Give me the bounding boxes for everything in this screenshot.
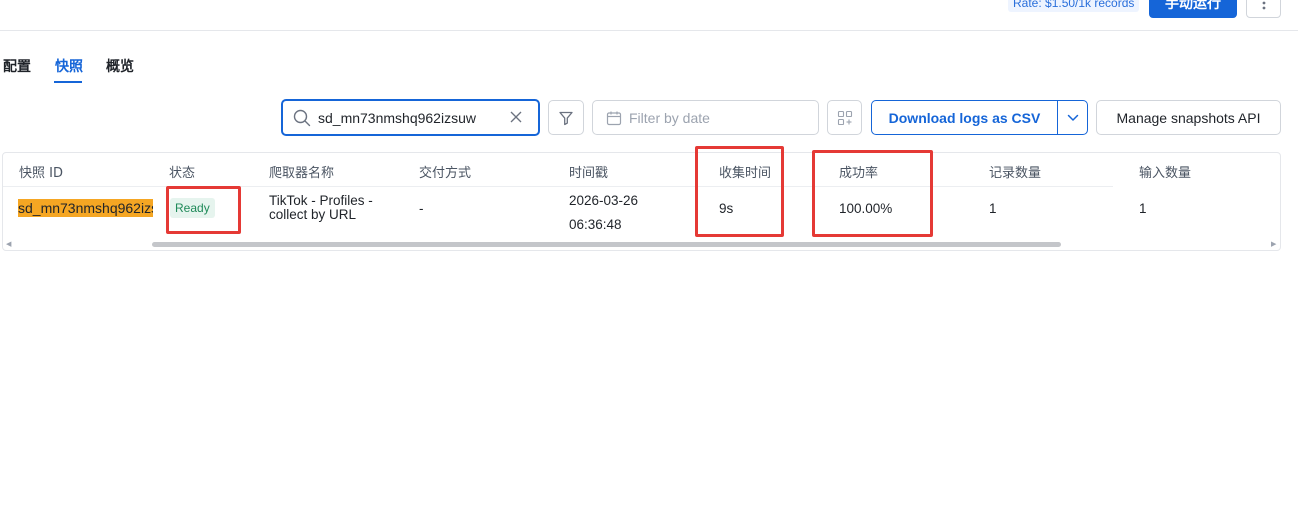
column-header[interactable]: 时间戳 <box>569 162 608 181</box>
scroll-left-icon[interactable]: ◀ <box>6 241 11 249</box>
more-vertical-icon <box>1262 1 1265 10</box>
scraper-name-line2: collect by URL <box>269 207 357 222</box>
download-logs-button[interactable]: Download logs as CSV <box>871 100 1057 135</box>
filter-icon <box>559 111 573 125</box>
more-options-button[interactable] <box>1246 0 1281 18</box>
timestamp-date: 2026-03-26 <box>569 193 639 208</box>
tab-config[interactable]: 配置 <box>3 56 31 76</box>
calendar-icon <box>606 111 622 126</box>
columns-button[interactable] <box>827 100 862 135</box>
search-icon <box>293 109 311 127</box>
timestamp-time: 06:36:48 <box>569 217 622 232</box>
chevron-down-icon <box>1067 114 1078 121</box>
delivery-cell: - <box>419 201 424 216</box>
column-header[interactable]: 输入数量 <box>1139 162 1191 181</box>
snapshot-id-cell[interactable]: sd_mn73nmshq962izsuw <box>18 199 153 217</box>
column-header[interactable]: 快照 ID <box>19 162 63 181</box>
annotation-box-collect-time <box>695 146 784 237</box>
grid-add-icon <box>837 110 852 125</box>
annotation-box-status <box>166 186 241 234</box>
clear-icon[interactable] <box>509 110 523 124</box>
search-input[interactable] <box>318 107 498 129</box>
column-header[interactable]: 爬取器名称 <box>269 162 334 181</box>
manual-run-button[interactable]: 手动运行 <box>1149 0 1237 18</box>
inputs-cell: 1 <box>1139 201 1147 216</box>
rate-badge: Rate: $1.50/1k records <box>1008 0 1140 12</box>
filter-button[interactable] <box>548 100 584 135</box>
tab-snapshots[interactable]: 快照 <box>55 56 83 76</box>
date-input[interactable] <box>629 108 809 128</box>
date-filter[interactable] <box>592 100 819 135</box>
manage-snapshots-api-button[interactable]: Manage snapshots API <box>1096 100 1281 135</box>
column-header[interactable]: 状态 <box>169 162 195 181</box>
search-box[interactable] <box>281 99 540 136</box>
download-options-button[interactable] <box>1057 100 1088 135</box>
tab-overview[interactable]: 概览 <box>106 56 134 76</box>
scrollbar-thumb[interactable] <box>152 242 1061 247</box>
annotation-box-success-rate <box>812 150 933 237</box>
scraper-name-line1: TikTok - Profiles - <box>269 193 373 208</box>
column-header[interactable]: 记录数量 <box>989 162 1041 181</box>
records-cell: 1 <box>989 201 997 216</box>
active-tab-indicator <box>54 81 82 83</box>
top-bar: Rate: $1.50/1k records 手动运行 <box>0 0 1298 31</box>
column-header[interactable]: 交付方式 <box>419 162 471 181</box>
scroll-right-icon[interactable]: ▶ <box>1271 241 1276 249</box>
